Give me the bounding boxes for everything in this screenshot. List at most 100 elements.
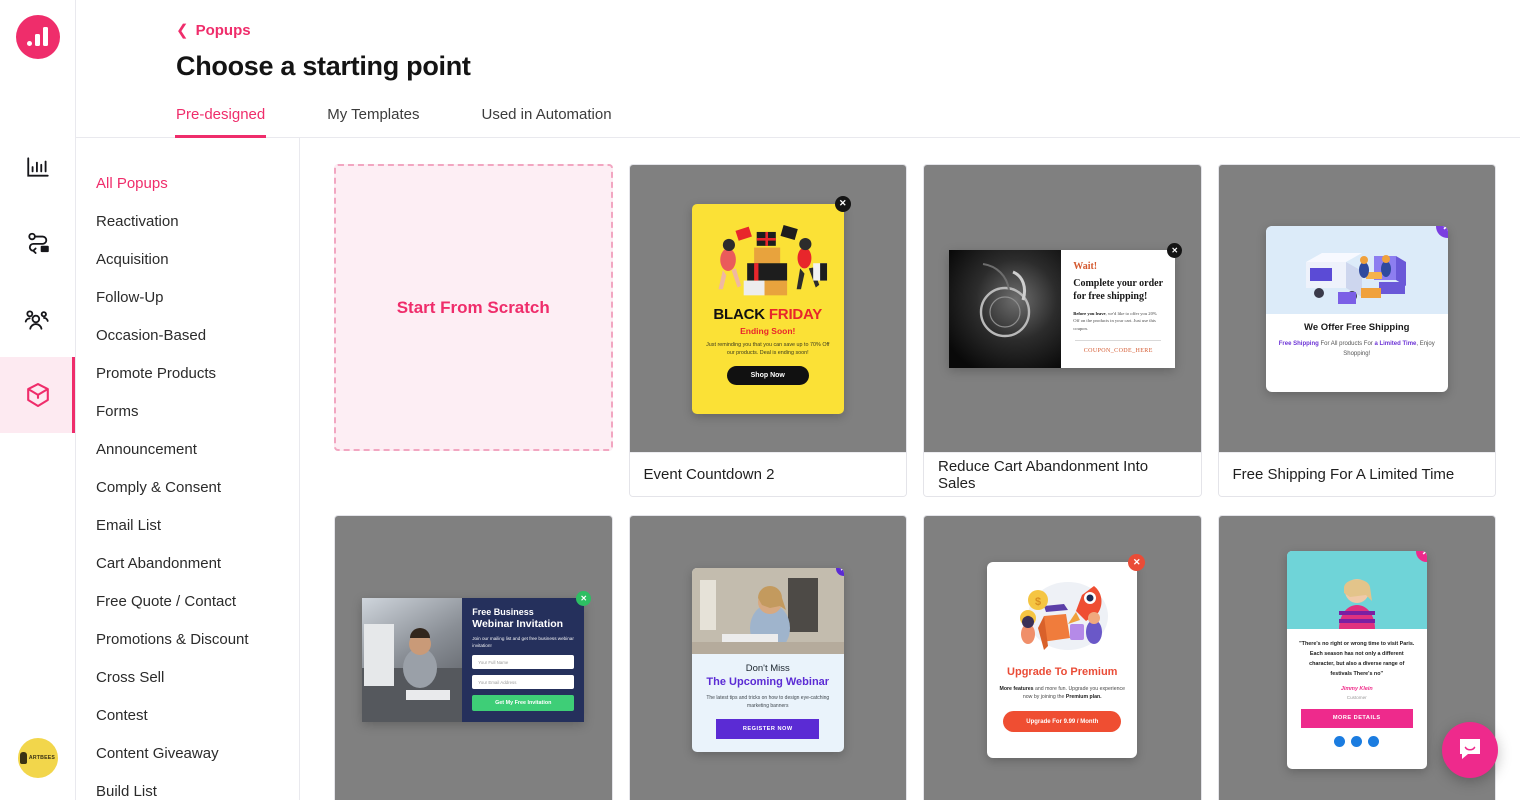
artbees-logo-text: ARTBEES xyxy=(28,755,56,761)
popup-preview-black-friday: ✕ BLACK FRIDAY Ending Soon! Just remindi… xyxy=(691,195,851,414)
category-free-quote-contact[interactable]: Free Quote / Contact xyxy=(76,582,299,620)
preview-body: Free Shipping For All products For a Lim… xyxy=(1278,340,1435,357)
template-title: Free Shipping For A Limited Time xyxy=(1218,452,1495,496)
tab-pre-designed[interactable]: Pre-designed xyxy=(174,106,267,138)
preview-headline: BLACK FRIDAY xyxy=(713,305,823,323)
bar-chart-icon xyxy=(25,154,51,180)
preview-name-field: Your Full Name xyxy=(472,655,575,670)
preview-text-panel: Don't Miss The Upcoming Webinar The late… xyxy=(692,654,844,750)
template-card-upgrade-to-premium[interactable]: ✕ $ Upgrade To Premium More features and… xyxy=(923,515,1202,800)
page-header: ❮ Popups Choose a starting point xyxy=(76,0,1520,82)
page-title: Choose a starting point xyxy=(176,51,471,81)
template-title: Reduce Cart Abandonment Into Sales xyxy=(924,452,1201,496)
breadcrumb-label: Popups xyxy=(195,22,251,39)
popup-preview-webinar-invitation: ✕ Free Business Webinar Invitation Join … xyxy=(362,590,592,722)
start-from-scratch-card[interactable]: Start From Scratch xyxy=(334,164,613,451)
preview-cta-button: MORE DETAILS xyxy=(1300,708,1413,728)
artbees-mark-icon xyxy=(19,752,27,764)
template-title: Event Countdown 2 xyxy=(629,452,906,496)
rail-item-contacts[interactable] xyxy=(0,281,75,357)
preview-form-panel: Free Business Webinar Invitation Join ou… xyxy=(462,598,584,722)
linkedin-icon xyxy=(1368,735,1380,747)
template-card-upcoming-webinar[interactable]: ✕ xyxy=(628,515,907,800)
rail-nav xyxy=(0,129,75,433)
popup-preview-upgrade-premium: ✕ $ Upgrade To Premium More features and… xyxy=(987,553,1146,758)
category-promote-products[interactable]: Promote Products xyxy=(76,354,299,392)
template-card-reduce-cart-abandonment[interactable]: ✕ Wait! Complete your order for free shi… xyxy=(923,164,1202,497)
box-package-icon xyxy=(24,381,52,409)
preview-body: Just reminding you that you can save up … xyxy=(706,341,830,356)
popup-preview-testimonial: ✕ xyxy=(1286,550,1427,769)
category-contest[interactable]: Contest xyxy=(76,696,299,734)
close-x-icon: ✕ xyxy=(834,195,851,212)
template-grid: Start From Scratch ✕ BLACK FRIDAY Ending… xyxy=(334,164,1496,800)
category-acquisition[interactable]: Acquisition xyxy=(76,240,299,278)
brand-logo-icon[interactable] xyxy=(15,15,60,59)
preview-text-panel: "There's no right or wrong time to visit… xyxy=(1287,629,1427,755)
template-thumbnail: ✕ xyxy=(924,516,1201,800)
divider xyxy=(1075,339,1162,341)
preview-coupon-code: COUPON_CODE_HERE xyxy=(1083,347,1153,354)
preview-cta-button: REGISTER NOW xyxy=(716,719,820,739)
rail-item-popups[interactable] xyxy=(0,357,75,433)
category-reactivation[interactable]: Reactivation xyxy=(76,202,299,240)
close-x-icon: ✕ xyxy=(576,590,592,606)
breadcrumb-back-popups[interactable]: ❮ Popups xyxy=(176,22,251,39)
preview-cta-button: Upgrade For 9.99 / Month xyxy=(1003,711,1122,733)
preview-text-panel: Wait! Complete your order for free shipp… xyxy=(1061,250,1175,368)
preview-social-links xyxy=(1298,735,1416,747)
template-card-free-shipping[interactable]: ✕ xyxy=(1217,164,1496,497)
tab-my-templates[interactable]: My Templates xyxy=(327,106,419,137)
category-build-list[interactable]: Build List xyxy=(76,772,299,800)
category-cart-abandonment[interactable]: Cart Abandonment xyxy=(76,544,299,582)
tab-used-in-automation[interactable]: Used in Automation xyxy=(482,106,612,137)
preview-headline-2: The Upcoming Webinar xyxy=(706,675,830,688)
template-card-event-countdown-2[interactable]: ✕ BLACK FRIDAY Ending Soon! Just remindi… xyxy=(628,164,907,497)
category-follow-up[interactable]: Follow-Up xyxy=(76,278,299,316)
main-column: ❮ Popups Choose a starting point Pre-des… xyxy=(76,0,1520,800)
rail-item-analytics[interactable] xyxy=(0,129,75,205)
preview-headline-1: Don't Miss xyxy=(745,662,790,674)
flow-automation-icon xyxy=(24,229,52,257)
black-friday-illustration xyxy=(702,212,834,304)
people-icon xyxy=(24,305,52,333)
category-email-list[interactable]: Email List xyxy=(76,506,299,544)
start-from-scratch-label: Start From Scratch xyxy=(396,297,550,317)
category-promotions-discount[interactable]: Promotions & Discount xyxy=(76,620,299,658)
category-comply-consent[interactable]: Comply & Consent xyxy=(76,468,299,506)
preview-body: Join our mailing list and get free busin… xyxy=(472,635,574,648)
chevron-left-icon: ❮ xyxy=(176,22,189,39)
artbees-logo[interactable]: ARTBEES xyxy=(17,738,58,778)
preview-author-role: Customer xyxy=(1346,694,1367,700)
preview-body: Before you leave, we'd like to offer you… xyxy=(1073,310,1157,331)
template-grid-scroll[interactable]: Start From Scratch ✕ BLACK FRIDAY Ending… xyxy=(300,138,1520,800)
preview-quote: "There's no right or wrong time to visit… xyxy=(1299,640,1415,677)
category-content-giveaway[interactable]: Content Giveaway xyxy=(76,734,299,772)
close-x-icon: ✕ xyxy=(1167,242,1183,258)
preview-text-panel: We Offer Free Shipping Free Shipping For… xyxy=(1266,314,1448,367)
template-thumbnail: ✕ xyxy=(629,516,906,800)
preview-headline: We Offer Free Shipping xyxy=(1304,321,1410,333)
template-thumbnail: ✕ Wait! Complete your order for free shi… xyxy=(924,165,1201,452)
popup-preview-upcoming-webinar: ✕ xyxy=(691,567,844,752)
category-announcement[interactable]: Announcement xyxy=(76,430,299,468)
category-list: All Popups Reactivation Acquisition Foll… xyxy=(76,138,300,800)
office-man-photo xyxy=(362,597,463,722)
preview-headline: Complete your order for free shipping! xyxy=(1073,277,1163,302)
category-forms[interactable]: Forms xyxy=(76,392,299,430)
category-all-popups[interactable]: All Popups xyxy=(76,164,299,202)
svg-text:$: $ xyxy=(1035,596,1041,608)
customer-photo xyxy=(1286,550,1427,629)
preview-body: More features and more fun. Upgrade you … xyxy=(999,685,1125,701)
facebook-icon xyxy=(1334,735,1346,747)
tab-bar: Pre-designed My Templates Used in Automa… xyxy=(76,106,1520,138)
preview-cta-button: Shop Now xyxy=(726,365,809,385)
preview-author: Jimmy Klein xyxy=(1340,685,1373,692)
category-cross-sell[interactable]: Cross Sell xyxy=(76,658,299,696)
preview-cta-button: Get My Free Invitation xyxy=(472,695,575,712)
rail-item-automation[interactable] xyxy=(0,205,75,281)
category-occasion-based[interactable]: Occasion-Based xyxy=(76,316,299,354)
template-card-webinar-invitation[interactable]: ✕ Free Business Webinar Invitation Join … xyxy=(334,515,613,800)
chat-launcher-button[interactable] xyxy=(1442,722,1498,778)
close-x-icon: ✕ xyxy=(1128,553,1146,571)
